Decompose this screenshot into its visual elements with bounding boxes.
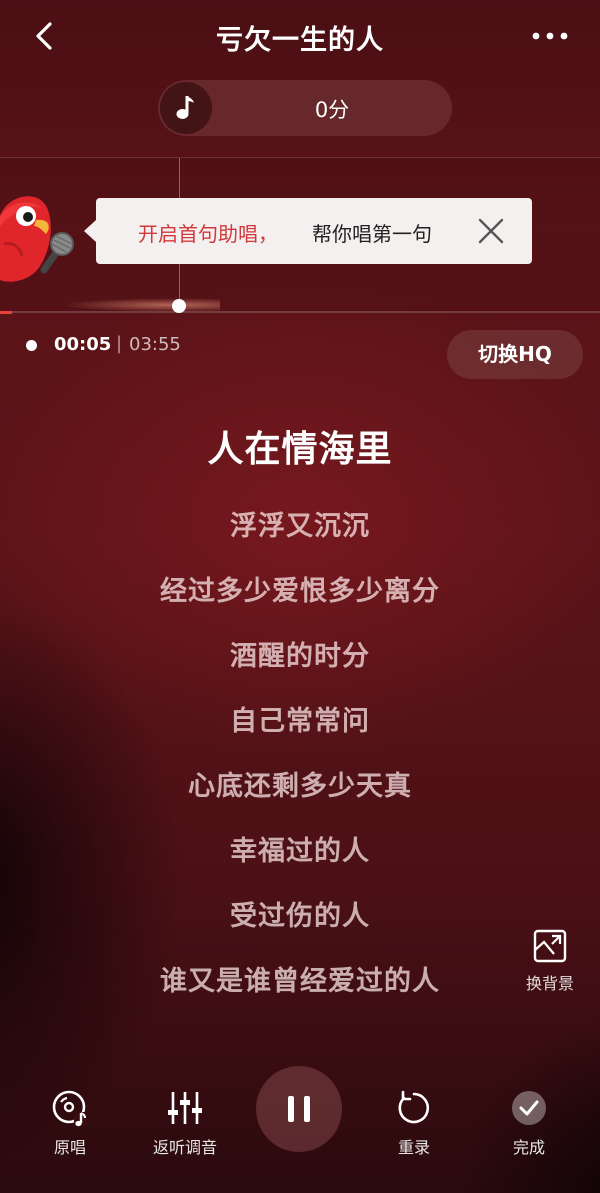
assist-tip-text: 帮你唱第一句 xyxy=(312,222,432,246)
lyric-line: 心底还剩多少天真 xyxy=(188,771,412,802)
lyric-line: 自己常常问 xyxy=(230,706,370,737)
equalizer-sliders-icon xyxy=(168,1092,202,1124)
assist-tip-highlight[interactable]: 开启首句助唱， xyxy=(138,218,278,247)
restart-icon xyxy=(398,1090,430,1124)
recording-dot-icon xyxy=(26,340,37,351)
total-time: 03:55 xyxy=(129,334,181,355)
close-icon xyxy=(478,218,504,244)
original-vocal-label: 原唱 xyxy=(53,1138,86,1157)
lyric-line: 受过伤的人 xyxy=(230,901,370,932)
time-separator: | xyxy=(116,333,123,354)
more-button[interactable] xyxy=(530,22,570,50)
original-vocal-icon xyxy=(52,1090,88,1127)
pause-button[interactable] xyxy=(256,1066,342,1152)
more-horizontal-icon xyxy=(532,32,568,40)
song-title: 亏欠一生的人 xyxy=(216,25,384,56)
lyric-current-line: 人在情海里 xyxy=(207,429,393,470)
check-circle-icon xyxy=(512,1091,546,1125)
lyric-line: 幸福过的人 xyxy=(230,836,370,867)
original-vocal-button[interactable]: 原唱 xyxy=(40,1088,100,1158)
progress-track[interactable] xyxy=(0,311,600,313)
first-line-assist-tooltip[interactable]: 开启首句助唱， 帮你唱第一句 xyxy=(84,198,532,264)
current-time: 00:05 xyxy=(54,334,112,355)
change-background-label: 换背景 xyxy=(525,974,574,993)
progress-fill xyxy=(0,311,12,314)
pause-icon-bar xyxy=(304,1096,310,1122)
lyric-line: 浮浮又沉沉 xyxy=(230,511,370,542)
rerecord-label: 重录 xyxy=(397,1138,430,1157)
switch-hq-button[interactable]: 切换HQ xyxy=(447,330,583,379)
pause-icon xyxy=(288,1096,294,1122)
tooltip-close-button[interactable] xyxy=(474,214,508,248)
tuning-label: 返听调音 xyxy=(152,1138,217,1157)
tuning-button[interactable]: 返听调音 xyxy=(145,1088,225,1158)
music-note-icon xyxy=(160,82,212,134)
lyric-line: 酒醒的时分 xyxy=(230,641,370,672)
lyric-line: 谁又是谁曾经爱过的人 xyxy=(160,966,440,997)
finish-button[interactable]: 完成 xyxy=(499,1088,559,1158)
parrot-mascot-icon xyxy=(0,196,74,282)
pitch-glow xyxy=(60,298,220,312)
progress-knob[interactable] xyxy=(172,299,186,313)
rerecord-button[interactable]: 重录 xyxy=(384,1088,444,1158)
lyric-line: 经过多少爱恨多少离分 xyxy=(160,576,440,607)
image-swap-icon xyxy=(533,929,567,963)
change-background-button[interactable]: 换背景 xyxy=(520,928,580,1002)
header-bar: 亏欠一生的人 xyxy=(0,0,600,72)
score-pill: 0分 xyxy=(158,80,452,136)
score-value: 0分 xyxy=(314,98,350,122)
finish-label: 完成 xyxy=(512,1138,545,1157)
